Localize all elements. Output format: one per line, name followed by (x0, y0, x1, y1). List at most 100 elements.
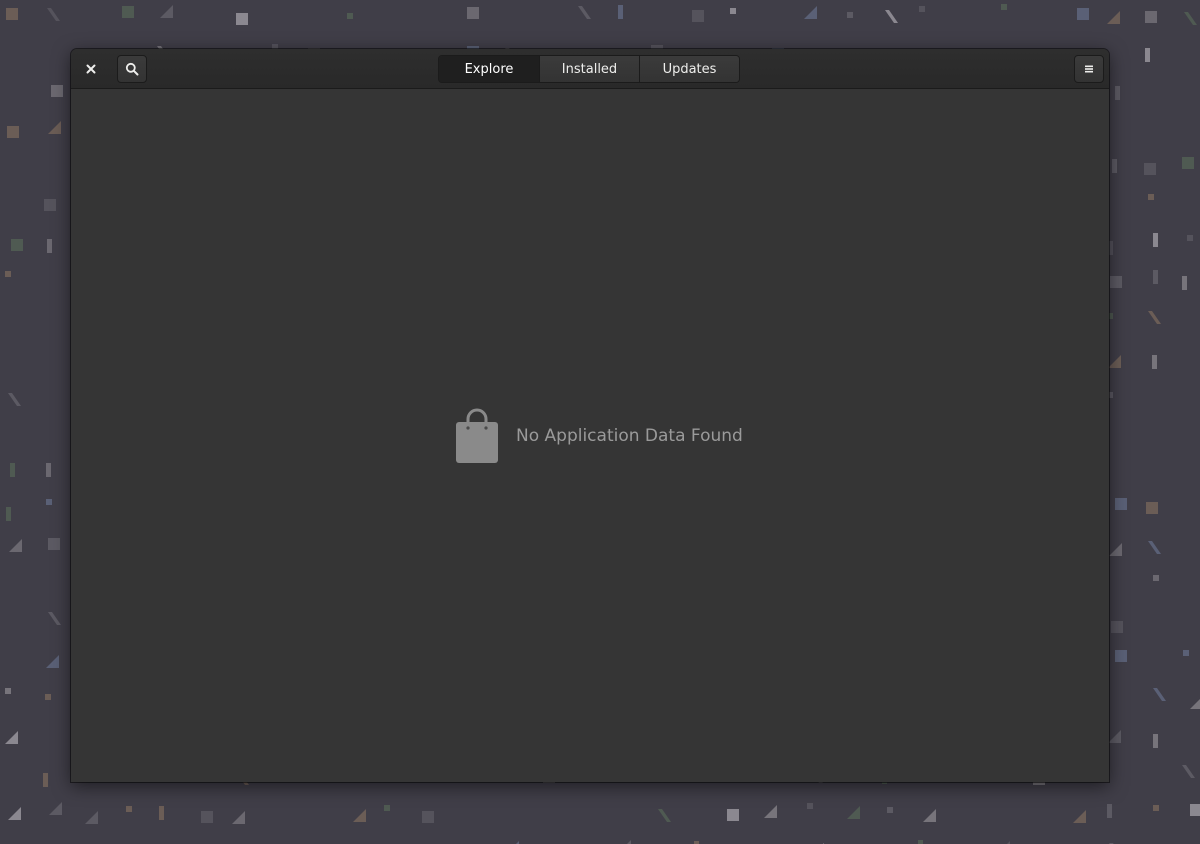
wallpaper-tile (807, 803, 813, 809)
wallpaper-tile (422, 811, 434, 823)
close-icon (86, 64, 96, 74)
wallpaper-tile (1148, 194, 1154, 200)
wallpaper-tile (8, 807, 21, 820)
wallpaper-tile (1148, 311, 1161, 324)
header-bar: Explore Installed Updates (71, 49, 1109, 89)
wallpaper-tile (46, 655, 59, 668)
wallpaper-tile (48, 121, 61, 134)
wallpaper-tile (384, 805, 390, 811)
wallpaper-tile (1145, 11, 1157, 23)
wallpaper-tile (919, 6, 925, 12)
wallpaper-tile (49, 802, 62, 815)
wallpaper-tile (1153, 734, 1158, 748)
wallpaper-tile (51, 85, 63, 97)
wallpaper-tile (1107, 11, 1120, 24)
wallpaper-tile (126, 806, 132, 812)
search-icon (125, 62, 139, 76)
wallpaper-tile (6, 8, 18, 20)
wallpaper-tile (43, 773, 48, 787)
wallpaper-tile (7, 126, 19, 138)
wallpaper-tile (1115, 498, 1127, 510)
wallpaper-tile (85, 811, 98, 824)
wallpaper-tile (847, 12, 853, 18)
search-button[interactable] (117, 55, 147, 83)
wallpaper-tile (353, 809, 366, 822)
wallpaper-tile (160, 5, 173, 18)
wallpaper-tile (44, 199, 56, 211)
wallpaper-tile (5, 271, 11, 277)
wallpaper-tile (885, 10, 898, 23)
wallpaper-tile (918, 840, 923, 844)
wallpaper-tile (1073, 810, 1086, 823)
wallpaper-tile (48, 538, 60, 550)
wallpaper-tile (9, 539, 22, 552)
wallpaper-tile (1182, 765, 1195, 778)
wallpaper-tile (1187, 235, 1193, 241)
wallpaper-tile (46, 463, 51, 477)
wallpaper-tile (159, 806, 164, 820)
wallpaper-tile (1153, 270, 1158, 284)
wallpaper-tile (804, 6, 817, 19)
wallpaper-tile (1077, 8, 1089, 20)
wallpaper-tile (46, 499, 52, 505)
wallpaper-tile (8, 393, 21, 406)
close-button[interactable] (76, 55, 106, 83)
tab-updates[interactable]: Updates (639, 56, 739, 82)
wallpaper-tile (1184, 12, 1197, 25)
wallpaper-tile (764, 805, 777, 818)
wallpaper-tile (11, 239, 23, 251)
empty-state-message: No Application Data Found (516, 426, 743, 446)
wallpaper-tile (1183, 650, 1189, 656)
wallpaper-tile (1144, 163, 1156, 175)
wallpaper-tile (47, 8, 60, 21)
wallpaper-tile (1153, 575, 1159, 581)
wallpaper-tile (347, 13, 353, 19)
wallpaper-tile (658, 809, 671, 822)
wallpaper-tile (1182, 276, 1187, 290)
wallpaper-tile (48, 612, 61, 625)
wallpaper-tile (692, 10, 704, 22)
wallpaper-tile (847, 806, 860, 819)
wallpaper-tile (887, 807, 893, 813)
wallpaper-tile (1153, 233, 1158, 247)
wallpaper-tile (1190, 804, 1200, 816)
wallpaper-tile (1182, 157, 1194, 169)
wallpaper-tile (1111, 621, 1123, 633)
menu-button[interactable] (1074, 55, 1104, 83)
wallpaper-tile (5, 731, 18, 744)
wallpaper-tile (45, 694, 51, 700)
empty-state: No Application Data Found (71, 89, 1109, 782)
wallpaper-tile (1115, 86, 1120, 100)
wallpaper-tile (730, 8, 736, 14)
wallpaper-tile (1152, 355, 1157, 369)
shopping-bag-icon (456, 408, 498, 463)
wallpaper-tile (10, 463, 15, 477)
wallpaper-tile (1153, 688, 1166, 701)
wallpaper-tile (1112, 159, 1117, 173)
wallpaper-tile (5, 688, 11, 694)
wallpaper-tile (1109, 543, 1122, 556)
wallpaper-tile (1001, 4, 1007, 10)
wallpaper-tile (467, 7, 479, 19)
empty-state-content: No Application Data Found (454, 407, 743, 465)
wallpaper-tile (727, 809, 739, 821)
wallpaper-tile (1108, 355, 1121, 368)
tab-installed[interactable]: Installed (539, 56, 639, 82)
wallpaper-tile (232, 811, 245, 824)
wallpaper-tile (1190, 699, 1200, 709)
wallpaper-tile (1145, 48, 1150, 62)
wallpaper-tile (923, 809, 936, 822)
wallpaper-tile (578, 6, 591, 19)
wallpaper-tile (1153, 805, 1159, 811)
wallpaper-tile (201, 811, 213, 823)
tab-explore[interactable]: Explore (439, 56, 539, 82)
wallpaper-tile (1108, 730, 1121, 743)
wallpaper-tile (236, 13, 248, 25)
view-switcher: Explore Installed Updates (438, 55, 740, 83)
wallpaper-tile (627, 840, 631, 844)
wallpaper-tile (47, 239, 52, 253)
wallpaper-tile (618, 5, 623, 19)
wallpaper-tile (122, 6, 134, 18)
software-window: Explore Installed Updates No Application… (71, 49, 1109, 782)
wallpaper-tile (6, 507, 11, 521)
